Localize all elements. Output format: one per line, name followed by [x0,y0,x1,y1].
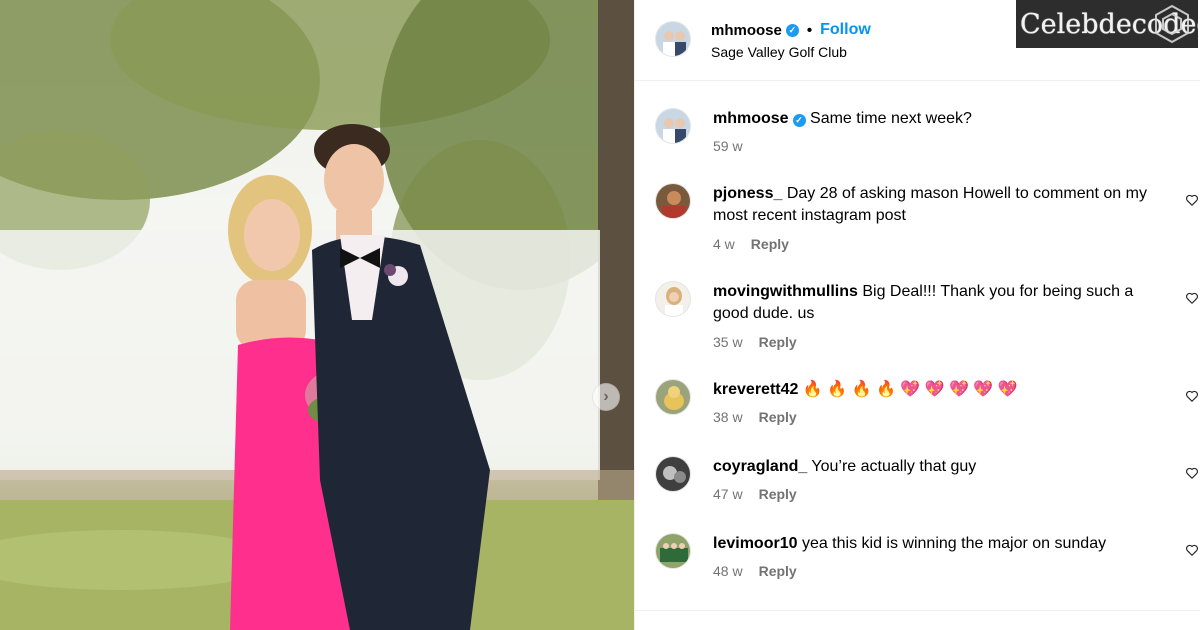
avatar[interactable] [655,183,691,219]
comments-bottom-edge [635,610,1200,630]
comment-meta: 38 w Reply [713,409,797,425]
avatar[interactable] [655,281,691,317]
comments-list[interactable]: mhmoose ✓ Same time next week? 59 w pjone… [635,82,1200,630]
post-author: mhmoose ✓ • Follow [711,21,871,39]
comment-text: levimoor10 yea this kid is winning the m… [713,533,1165,555]
comment-time[interactable]: 35 w [713,334,743,350]
reply-button[interactable]: Reply [759,409,797,425]
heart-outline-icon[interactable] [1185,193,1199,207]
avatar[interactable] [655,533,691,569]
comment-meta: 47 w Reply [713,486,797,502]
watermark-logo: Celebdecoded [1016,0,1198,48]
comment-username[interactable]: mhmoose [713,110,789,127]
heart-outline-icon[interactable] [1185,466,1199,480]
author-username[interactable]: mhmoose [711,22,782,39]
follow-button[interactable]: Follow [820,21,871,39]
avatar[interactable] [655,379,691,415]
reply-button[interactable]: Reply [759,486,797,502]
comment-time[interactable]: 38 w [713,409,743,425]
comment-message: You’re actually that guy [811,458,977,475]
comment-meta: 59 w [713,138,743,154]
avatar[interactable] [655,108,691,144]
verified-badge-icon: ✓ [785,23,799,37]
comment-time[interactable]: 59 w [713,138,743,154]
comment-username[interactable]: levimoor10 [713,535,797,552]
avatar[interactable] [655,21,691,57]
post-photo[interactable]: › [0,0,634,630]
comment-meta: 48 w Reply [713,563,797,579]
comment-text: mhmoose ✓ Same time next week? [713,108,1165,130]
heart-outline-icon[interactable] [1185,291,1199,305]
comment-username[interactable]: movingwithmullins [713,283,858,300]
heart-outline-icon[interactable] [1185,389,1199,403]
heart-outline-icon[interactable] [1185,543,1199,557]
comment-time[interactable]: 47 w [713,486,743,502]
prom-photo-illustration [0,0,634,630]
comment-text: pjoness_ Day 28 of asking mason Howell t… [713,183,1165,227]
avatar[interactable] [655,456,691,492]
separator-dot: • [806,21,813,39]
reply-button[interactable]: Reply [759,334,797,350]
comment-username[interactable]: pjoness_ [713,185,782,202]
comment-time[interactable]: 4 w [713,236,735,252]
post-location[interactable]: Sage Valley Golf Club [711,44,847,60]
comment-message: 🔥 🔥 🔥 🔥 💖 💖 💖 💖 💖 [802,381,1018,398]
comment-text: kreverett42 🔥 🔥 🔥 🔥 💖 💖 💖 💖 💖 [713,379,1165,401]
comment-text: movingwithmullins Big Deal!!! Thank you … [713,281,1165,325]
comment-username[interactable]: coyragland_ [713,458,807,475]
post-details-panel: mhmoose ✓ • Follow Sage Valley Golf Club… [634,0,1200,630]
comment-meta: 4 w Reply [713,236,789,252]
hexagon-logo-icon [1155,4,1189,44]
reply-button[interactable]: Reply [759,563,797,579]
reply-button[interactable]: Reply [751,236,789,252]
next-photo-button[interactable]: › [592,383,620,411]
comment-message: yea this kid is winning the major on sun… [801,535,1107,552]
comment-time[interactable]: 48 w [713,563,743,579]
comment-text: coyragland_ You’re actually that guy [713,456,1165,478]
comment-meta: 35 w Reply [713,334,797,350]
chevron-right-icon: › [603,388,609,405]
verified-badge-icon: ✓ [792,114,806,127]
comment-username[interactable]: kreverett42 [713,381,798,398]
comment-message: Same time next week? [810,110,972,127]
